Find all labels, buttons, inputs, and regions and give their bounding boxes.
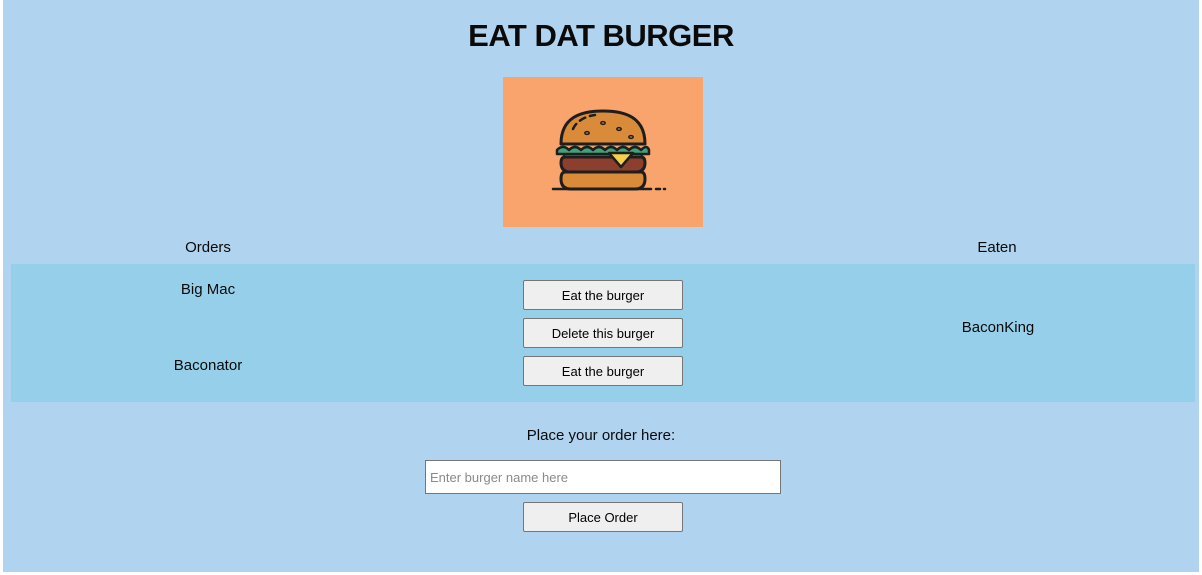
delete-burger-button[interactable]: Delete this burger	[523, 318, 683, 348]
burger-logo	[503, 77, 703, 227]
eaten-column-header: Eaten	[977, 239, 1017, 256]
order-item-name: Big Mac	[180, 281, 236, 298]
eat-burger-button[interactable]: Eat the burger	[523, 356, 683, 386]
burger-name-input[interactable]	[425, 460, 781, 494]
page-container: EAT DAT BURGER Orders Eaten Big Mac Eat …	[3, 0, 1199, 572]
orders-column-header: Orders	[185, 239, 231, 256]
order-form-label: Place your order here:	[526, 427, 676, 444]
order-item-name: Baconator	[173, 357, 243, 374]
place-order-button[interactable]: Place Order	[523, 502, 683, 532]
eat-burger-button[interactable]: Eat the burger	[523, 280, 683, 310]
page-title: EAT DAT BURGER	[468, 18, 734, 53]
eaten-item-name: BaconKing	[961, 319, 1035, 336]
burger-icon	[551, 109, 667, 191]
